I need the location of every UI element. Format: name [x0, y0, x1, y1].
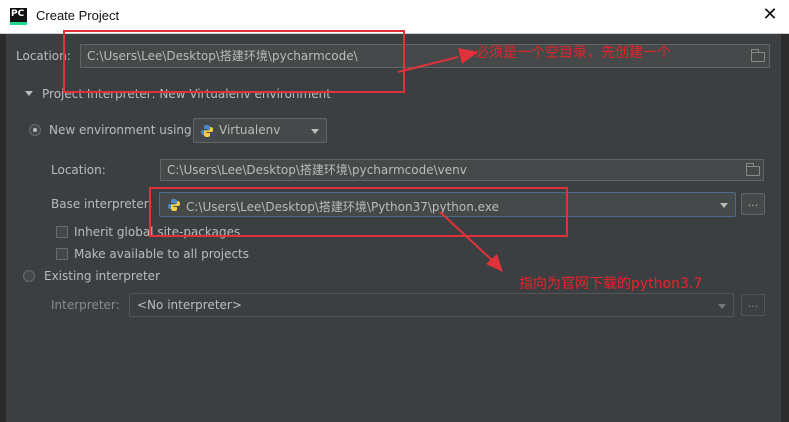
arrow-line-1: [397, 56, 459, 73]
annotation-arrows: [397, 48, 503, 272]
annotation-note-python37: 指向为官网下载的python3.7: [519, 276, 703, 292]
annotation-note-empty-directory: 必须是一个空目录，先创建一个: [475, 45, 671, 61]
arrow-line-2: [439, 211, 495, 263]
